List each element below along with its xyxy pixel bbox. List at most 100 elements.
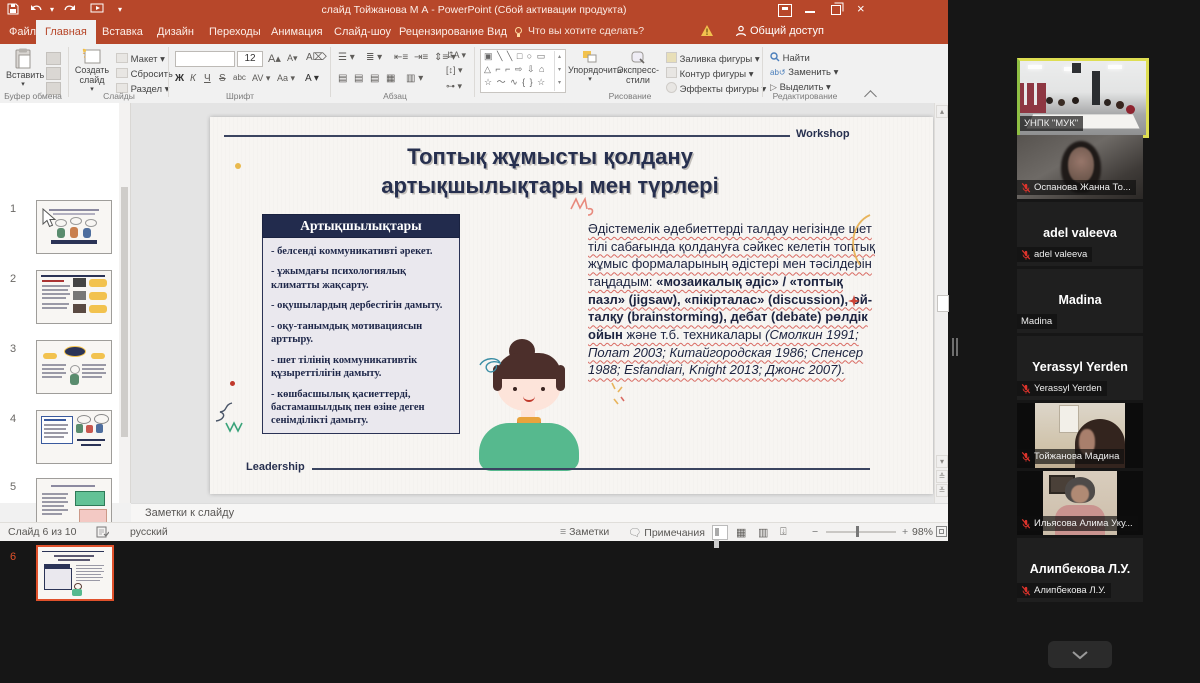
prev-slide-button[interactable]: ≙ <box>936 470 948 483</box>
shrink-font-icon[interactable]: A▾ <box>287 53 298 64</box>
zoom-slider-thumb[interactable] <box>856 526 859 537</box>
advantages-box[interactable]: Артықшылықтары - белсенді коммуникативті… <box>262 214 460 434</box>
view-slideshow-button[interactable]: ⍗ <box>780 526 787 539</box>
view-sorter-button[interactable]: ▦ <box>736 526 746 539</box>
zoom-in-button[interactable]: + <box>902 526 908 538</box>
ribbon: Вставить▾ Буфер обмена Создать слайд▾ Ма… <box>0 44 948 104</box>
decor-orange-arc <box>846 213 874 267</box>
new-slide-button[interactable]: Создать слайд▾ <box>74 48 110 93</box>
decor-teal-scribble <box>476 355 504 375</box>
view-reading-button[interactable]: ▥ <box>758 526 768 539</box>
numbering-icon[interactable]: ≣ ▾ <box>366 52 382 63</box>
minimize-button[interactable] <box>805 11 815 13</box>
notes-pane[interactable]: Заметки к слайду <box>131 503 948 522</box>
bullets-icon[interactable]: ☰ ▾ <box>338 52 355 63</box>
panel-resize-handle[interactable] <box>952 338 954 356</box>
copy-icon[interactable] <box>46 67 61 80</box>
slide-canvas[interactable]: Workshop Топтық жұмысты қолдануартықшылы… <box>210 117 933 494</box>
shapes-gallery[interactable]: ▣ ╲ ╲ □ ○ ▭ △ ⌐ ⌐ ⇨ ⇩ ⌂ ☆ ～ ∿ { } ☆ ▴▾▾ <box>480 49 566 93</box>
zoom-level[interactable]: 98% <box>912 526 933 538</box>
shape-fill-button[interactable]: Заливка фигуры ▾ <box>666 52 760 65</box>
columns-icon[interactable]: ▥ ▾ <box>406 73 423 84</box>
strikethrough-icon[interactable]: S <box>219 73 226 84</box>
participant-tile-name-only[interactable]: Алипбекова Л.У. Алипбекова Л.У. <box>1017 538 1143 602</box>
font-size-input[interactable]: 12 <box>237 51 263 67</box>
text-direction-icon[interactable]: ⇵A ▾ <box>446 50 466 61</box>
increase-indent-icon[interactable]: ⇥≡ <box>414 52 428 63</box>
slide-thumbnail-2[interactable] <box>36 270 112 324</box>
collapse-ribbon-icon[interactable] <box>864 90 877 103</box>
notes-toggle[interactable]: ≡ Заметки <box>560 526 609 538</box>
spellcheck-icon[interactable] <box>96 526 109 538</box>
tab-home[interactable]: Главная <box>36 20 96 44</box>
tab-design[interactable]: Дизайн <box>148 20 203 44</box>
shape-outline-button[interactable]: Контур фигуры ▾ <box>666 67 754 80</box>
thumb-scrollbar[interactable] <box>119 103 130 503</box>
decor-red-star <box>848 295 860 307</box>
clear-format-icon[interactable]: A⌦ <box>306 52 327 63</box>
tab-insert[interactable]: Вставка <box>93 20 152 44</box>
tab-view[interactable]: Вид <box>478 20 516 44</box>
participant-tile-name-only[interactable]: Madina Madina <box>1017 269 1143 333</box>
participant-display-name: Yerassyl Yerden <box>1017 360 1143 374</box>
decrease-indent-icon[interactable]: ⇤≡ <box>394 52 408 63</box>
editor-scrollbar[interactable]: ▴ ▾ ≙ ≚ <box>934 103 948 503</box>
editor-scroll-thumb[interactable] <box>937 295 949 312</box>
restore-button[interactable] <box>831 5 841 15</box>
shapes-scroll[interactable]: ▴▾▾ <box>554 51 564 91</box>
tab-slideshow[interactable]: Слайд-шоу <box>325 20 400 44</box>
panel-resize-handle[interactable] <box>956 338 958 356</box>
italic-icon[interactable]: К <box>190 73 196 84</box>
participant-tile-room[interactable]: УНПК "МУК" <box>1017 58 1149 138</box>
fit-slide-button[interactable] <box>936 526 947 537</box>
tellme-hint[interactable]: Что вы хотите сделать? <box>528 25 644 37</box>
find-button[interactable]: Найти <box>770 52 810 64</box>
more-participants-button[interactable] <box>1048 641 1112 668</box>
view-normal-button[interactable] <box>712 525 728 540</box>
align-text-icon[interactable]: [↕] ▾ <box>446 65 463 76</box>
ribbon-options-icon[interactable] <box>778 4 792 17</box>
participant-tile-video[interactable]: Ильясова Алима Уку... <box>1017 471 1143 535</box>
paste-button[interactable]: Вставить▾ <box>6 48 40 89</box>
text-shadow-icon[interactable]: abc <box>233 73 246 82</box>
quick-styles-button[interactable]: Экспресс-стили <box>616 50 660 86</box>
desktop: { "window": { "title": "слайд Тойжанова … <box>0 0 1200 683</box>
participant-tile-video[interactable]: Тойжанова Мадина <box>1017 403 1143 468</box>
tab-animation[interactable]: Анимация <box>262 20 332 44</box>
arrange-button[interactable]: Упорядочить▾ <box>568 50 612 84</box>
font-name-input[interactable] <box>175 51 235 67</box>
shape-effects-button[interactable]: Эффекты фигуры ▾ <box>666 82 766 95</box>
participant-tile-name-only[interactable]: Yerassyl Yerden Yerassyl Yerden <box>1017 336 1143 400</box>
layout-button[interactable]: Макет ▾ <box>116 53 165 65</box>
close-button[interactable]: × <box>857 1 865 16</box>
bold-icon[interactable]: Ж <box>175 73 184 84</box>
tab-transitions[interactable]: Переходы <box>200 20 270 44</box>
thumb-number-3: 3 <box>10 343 16 355</box>
align-right-icon[interactable]: ▤ <box>370 73 379 84</box>
align-left-icon[interactable]: ▤ <box>338 73 347 84</box>
smartart-convert-icon[interactable]: ⊶ ▾ <box>446 81 462 92</box>
warning-icon[interactable] <box>700 24 714 37</box>
share-button[interactable]: Общий доступ <box>750 25 824 37</box>
cut-icon[interactable] <box>46 52 61 65</box>
advantages-list: - белсенді коммуникативті әрекет. - ұжым… <box>262 238 460 434</box>
align-center-icon[interactable]: ▤ <box>354 73 363 84</box>
participant-tile-name-only[interactable]: adel valeeva adel valeeva <box>1017 202 1143 266</box>
justify-icon[interactable]: ▦ <box>386 73 395 84</box>
participant-tile-video[interactable]: Оспанова Жанна То... <box>1017 135 1143 199</box>
slide-thumbnail-4[interactable] <box>36 410 112 464</box>
slide-thumbnail-6-selected[interactable] <box>36 545 114 601</box>
font-color-icon[interactable]: A ▾ <box>305 73 319 84</box>
change-case-icon[interactable]: Aa ▾ <box>277 73 295 84</box>
slide-thumbnail-3[interactable] <box>36 340 112 394</box>
language-indicator[interactable]: русский <box>130 526 168 538</box>
grow-font-icon[interactable]: A▴ <box>268 52 281 65</box>
next-slide-button[interactable]: ≚ <box>936 484 948 497</box>
zoom-slider-track[interactable] <box>826 531 896 533</box>
reset-button[interactable]: Сбросить <box>116 68 173 80</box>
comments-toggle[interactable]: 🗨 Примечания <box>628 526 705 539</box>
zoom-out-button[interactable]: − <box>812 526 818 538</box>
underline-icon[interactable]: Ч <box>204 73 211 84</box>
char-spacing-icon[interactable]: AV ▾ <box>252 73 270 84</box>
replace-button[interactable]: ab↺ Заменить ▾ <box>770 67 838 78</box>
